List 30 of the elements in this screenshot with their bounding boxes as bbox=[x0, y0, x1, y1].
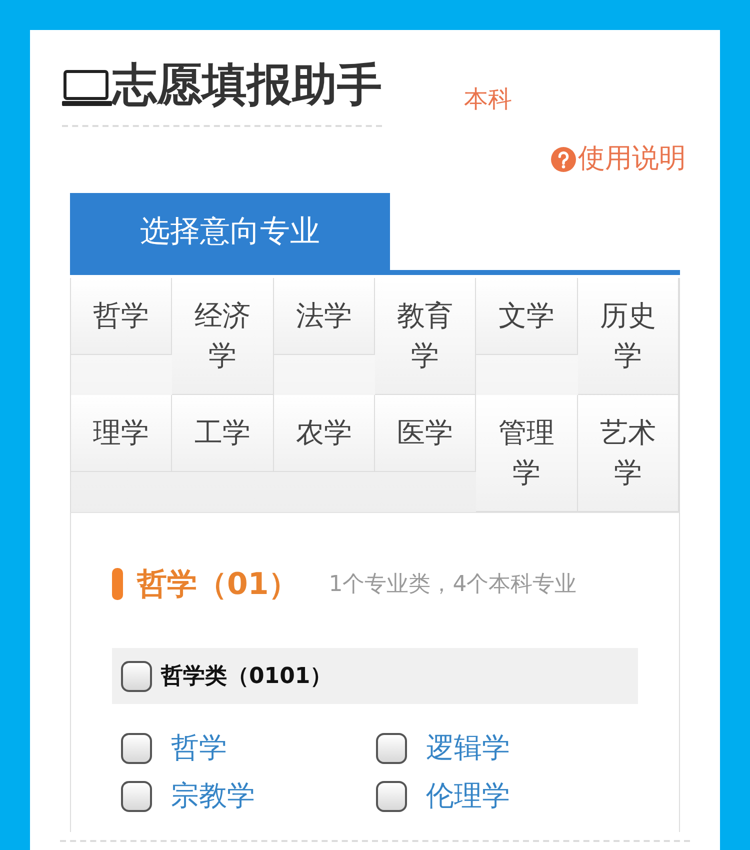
section-title: 哲学（01） bbox=[137, 566, 299, 604]
checkbox[interactable] bbox=[121, 660, 152, 692]
category-tab[interactable]: 法学 bbox=[274, 278, 375, 355]
help-icon bbox=[551, 146, 576, 172]
category-tab[interactable]: 医学 bbox=[375, 395, 476, 472]
major-link[interactable]: 宗教学 bbox=[171, 777, 255, 815]
checkbox[interactable] bbox=[376, 732, 407, 764]
checkbox[interactable] bbox=[376, 780, 407, 812]
panel-tab[interactable]: 选择意向专业 bbox=[70, 193, 390, 270]
accent-bar-icon bbox=[112, 568, 123, 600]
category-tab[interactable]: 哲学 bbox=[71, 278, 172, 355]
category-tab[interactable]: 文学 bbox=[476, 278, 578, 355]
category-tab[interactable]: 历史学 bbox=[578, 278, 679, 395]
category-tab[interactable]: 农学 bbox=[274, 395, 375, 472]
checkbox[interactable] bbox=[121, 780, 152, 812]
category-tab[interactable]: 管理学 bbox=[476, 395, 578, 512]
laptop-icon bbox=[62, 70, 112, 106]
major-link[interactable]: 逻辑学 bbox=[426, 729, 510, 767]
category-tab[interactable]: 经济学 bbox=[172, 278, 274, 395]
major-link[interactable]: 伦理学 bbox=[426, 777, 510, 815]
category-tab[interactable]: 工学 bbox=[172, 395, 274, 472]
category-tab[interactable]: 教育学 bbox=[375, 278, 476, 395]
category-tab[interactable]: 理学 bbox=[71, 395, 172, 472]
major-link[interactable]: 哲学 bbox=[171, 729, 227, 767]
category-tab[interactable]: 艺术学 bbox=[578, 395, 679, 512]
checkbox[interactable] bbox=[121, 732, 152, 764]
app-title: 志愿填报助手 bbox=[112, 57, 382, 113]
group-label: 哲学类（0101） bbox=[161, 663, 332, 691]
section-summary: 1个专业类，4个本科专业 bbox=[328, 571, 577, 599]
level-label: 本科 bbox=[464, 84, 512, 115]
